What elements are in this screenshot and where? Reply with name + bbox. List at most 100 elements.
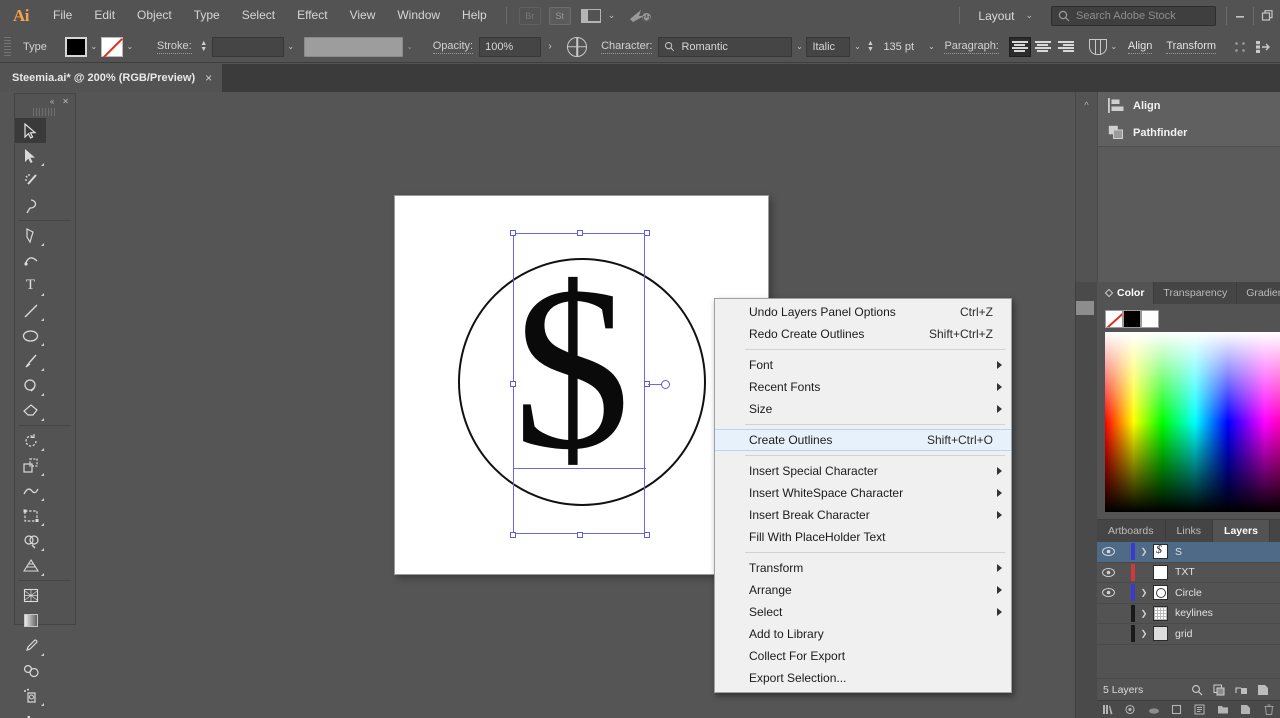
libraries-icon[interactable] — [1097, 704, 1120, 715]
document-icon[interactable] — [1189, 704, 1212, 715]
tools-panel-grip[interactable] — [33, 108, 57, 116]
layer-name[interactable]: S — [1175, 546, 1182, 558]
swatches-rail[interactable] — [1075, 282, 1097, 718]
panel-collapse-strip[interactable]: ^ — [1075, 92, 1097, 282]
expand-arrow-icon[interactable]: ❯ — [1135, 547, 1153, 556]
collapse-chevron-icon[interactable]: ^ — [1084, 100, 1088, 282]
context-menu-item-redo[interactable]: Redo Create Outlines Shift+Ctrl+Z — [715, 323, 1011, 345]
folder-icon[interactable] — [1211, 704, 1234, 715]
menu-window[interactable]: Window — [386, 0, 451, 31]
font-family-chevron-icon[interactable]: ⌄ — [792, 37, 806, 57]
align-left-button[interactable] — [1008, 36, 1031, 57]
fill-color-swatch[interactable] — [64, 36, 87, 57]
context-menu-item-insert-break-character[interactable]: Insert Break Character — [715, 504, 1011, 526]
stroke-profile-input[interactable] — [303, 36, 403, 57]
direct-selection-tool[interactable] — [15, 143, 46, 168]
handle-bottom-center[interactable] — [577, 532, 583, 538]
tab-layers[interactable]: Layers — [1213, 520, 1270, 542]
swatch-turquoise[interactable] — [1092, 301, 1094, 315]
menu-view[interactable]: View — [339, 0, 387, 31]
delete-icon[interactable] — [1257, 704, 1280, 715]
font-family-input[interactable]: Romantic — [658, 36, 793, 57]
swatches-icon[interactable] — [1166, 704, 1189, 715]
swatch-none[interactable] — [1078, 301, 1080, 315]
rotate-handle[interactable] — [661, 380, 670, 389]
curvature-tool[interactable] — [15, 248, 46, 273]
magic-wand-tool[interactable] — [15, 168, 46, 193]
tab-links[interactable]: Links — [1166, 520, 1214, 542]
stroke-weight-label[interactable]: Stroke: — [156, 40, 192, 54]
shaper-tool[interactable] — [15, 373, 46, 398]
new-layer-icon[interactable] — [1252, 684, 1274, 696]
layer-row-grid[interactable]: ❯ grid — [1097, 624, 1280, 645]
search-adobe-stock-input[interactable]: Search Adobe Stock — [1051, 5, 1216, 26]
locate-object-icon[interactable] — [1186, 684, 1208, 696]
selection-tool[interactable] — [15, 118, 46, 143]
dock-panels-icon[interactable] — [1255, 39, 1271, 55]
control-bar-grip[interactable] — [4, 36, 11, 57]
context-menu-item-insert-special-character[interactable]: Insert Special Character — [715, 460, 1011, 482]
context-menu-item-create-outlines[interactable]: Create Outlines Shift+Ctrl+O — [715, 429, 1011, 451]
layer-row-circle[interactable]: ❯ Circle — [1097, 583, 1280, 604]
minimize-button[interactable] — [1227, 0, 1253, 31]
ellipse-tool[interactable] — [15, 323, 46, 348]
handle-top-center[interactable] — [577, 230, 583, 236]
visibility-eye-icon[interactable] — [1097, 547, 1119, 557]
color-chip-none[interactable] — [1105, 310, 1123, 328]
layer-name[interactable]: keylines — [1175, 607, 1213, 619]
close-icon[interactable]: ✕ — [62, 97, 69, 106]
context-menu[interactable]: Undo Layers Panel Options Ctrl+Z Redo Cr… — [714, 298, 1012, 693]
layer-name[interactable]: TXT — [1175, 566, 1195, 578]
column-graph-tool[interactable] — [15, 708, 46, 718]
font-size-input[interactable]: 135 pt — [878, 37, 924, 57]
pen-tool[interactable] — [15, 223, 46, 248]
context-menu-item-collect-for-export[interactable]: Collect For Export — [715, 645, 1011, 667]
lasso-tool[interactable] — [15, 193, 46, 218]
stroke-color-swatch[interactable] — [100, 36, 123, 57]
font-size-stepper[interactable]: ▲ ▼ — [864, 40, 876, 53]
font-style-chevron-icon[interactable]: ⌄ — [850, 37, 864, 57]
mesh-tool[interactable] — [15, 583, 46, 608]
align-center-button[interactable] — [1032, 37, 1054, 57]
stroke-dropdown-chevron-icon[interactable]: ⌄ — [123, 37, 137, 57]
blend-tool[interactable] — [15, 658, 46, 683]
document-tab[interactable]: Steemia.ai* @ 200% (RGB/Preview) × — [0, 64, 224, 92]
bridge-button[interactable]: Br — [518, 6, 541, 25]
more-options-icon[interactable] — [1233, 39, 1248, 54]
transform-panel-button[interactable]: Transform — [1166, 40, 1217, 54]
align-panel-button[interactable]: Align — [1127, 40, 1153, 54]
text-wrap-icon[interactable] — [1088, 38, 1107, 55]
panel-menu-icon[interactable] — [1104, 288, 1114, 298]
visibility-eye-icon[interactable] — [1097, 567, 1119, 577]
menu-help[interactable]: Help — [451, 0, 498, 31]
close-icon[interactable]: × — [205, 71, 212, 85]
create-sublayer-icon[interactable] — [1230, 684, 1252, 696]
menu-effect[interactable]: Effect — [286, 0, 338, 31]
color-spectrum-picker[interactable] — [1105, 332, 1280, 512]
shape-builder-tool[interactable] — [15, 528, 46, 553]
stroke-profile-chevron-icon[interactable]: ⌄ — [403, 37, 417, 57]
collapse-icon[interactable]: « — [50, 97, 54, 106]
opacity-input[interactable]: 100% — [479, 36, 542, 57]
visibility-eye-icon[interactable] — [1097, 588, 1119, 598]
stroke-weight-input[interactable] — [211, 36, 284, 57]
creative-cloud-icon[interactable] — [629, 8, 652, 23]
panel-tab-align[interactable]: Align — [1098, 92, 1280, 119]
menu-select[interactable]: Select — [231, 0, 286, 31]
expand-arrow-icon[interactable]: ❯ — [1135, 629, 1153, 638]
handle-top-left[interactable] — [510, 230, 516, 236]
free-transform-tool[interactable] — [15, 503, 46, 528]
paintbrush-tool[interactable] — [15, 348, 46, 373]
menu-edit[interactable]: Edit — [83, 0, 126, 31]
handle-bottom-left[interactable] — [510, 532, 516, 538]
color-chip-white[interactable] — [1141, 310, 1159, 328]
menu-object[interactable]: Object — [126, 0, 183, 31]
line-segment-tool[interactable] — [15, 298, 46, 323]
tab-artboards[interactable]: Artboards — [1097, 520, 1166, 542]
context-menu-item-fill-with-placeholder-text[interactable]: Fill With PlaceHolder Text — [715, 526, 1011, 548]
handle-top-right[interactable] — [644, 230, 650, 236]
tab-color[interactable]: Color — [1097, 282, 1155, 304]
fill-dropdown-chevron-icon[interactable]: ⌄ — [87, 37, 101, 57]
context-menu-item-select[interactable]: Select — [715, 601, 1011, 623]
context-menu-item-export-selection[interactable]: Export Selection... — [715, 667, 1011, 689]
